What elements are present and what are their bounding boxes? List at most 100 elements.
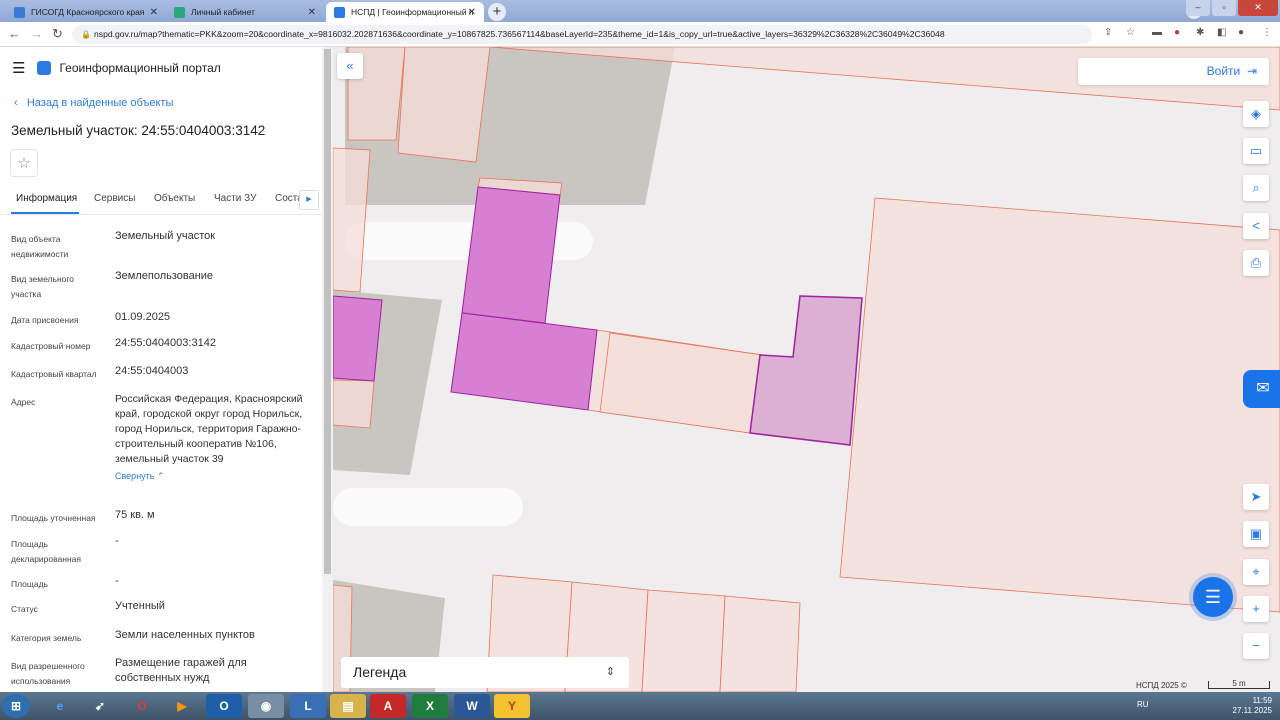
collapse-panel-button[interactable]: « xyxy=(337,53,363,79)
back-link-label: Назад в найденные объекты xyxy=(26,97,174,109)
my-location-button[interactable]: ➤ xyxy=(1243,484,1269,510)
yandex-taskbar-icon[interactable]: Y xyxy=(494,694,530,718)
area-search-icon: ⌕ xyxy=(1252,180,1260,195)
tab-personal-cabinet[interactable]: Личный кабинет ✕ xyxy=(166,2,324,22)
start-button[interactable]: ⊞ xyxy=(2,694,30,718)
tab-parts[interactable]: Части ЗУ xyxy=(214,193,256,204)
clock-date: 27.11.2025 xyxy=(1232,706,1272,715)
minimize-button[interactable]: – xyxy=(1186,0,1210,16)
parcel xyxy=(397,47,491,163)
url-input[interactable]: 🔒 nspd.gov.ru/map?thematic=PKK&zoom=20&co… xyxy=(72,25,1092,44)
share-button[interactable]: < xyxy=(1243,213,1269,239)
side-panel-icon[interactable]: ◧ xyxy=(1217,27,1226,38)
scrollbar-thumb[interactable] xyxy=(324,49,331,574)
acrobat-taskbar-icon[interactable]: A xyxy=(370,694,406,718)
print-icon: ⎙ xyxy=(1250,255,1262,270)
property-value-text: Земельный участок xyxy=(115,230,216,242)
ruler-icon: ▭ xyxy=(1249,143,1263,158)
maximize-button[interactable]: ▫ xyxy=(1212,0,1236,16)
extensions-puzzle-icon[interactable]: ✱ xyxy=(1196,27,1204,38)
chat-button[interactable]: ☰ xyxy=(1193,577,1233,617)
word-taskbar-icon[interactable]: W xyxy=(454,694,490,718)
minimap-button[interactable]: ▣ xyxy=(1243,521,1269,547)
opera-taskbar-icon[interactable]: O xyxy=(124,694,160,718)
login-button[interactable]: Войти ⇥ xyxy=(1078,58,1269,85)
extension-icon[interactable]: ▬ xyxy=(1152,27,1162,38)
parcel xyxy=(719,595,801,692)
windows-taskbar: ⊞ e ➹ O ▶ O ◉ L ▤ A X W Y RU 11:59 27.11.… xyxy=(0,692,1280,720)
property-value-text: 24:55:0404003:3142 xyxy=(115,337,216,349)
share-icon[interactable]: ⇪ xyxy=(1104,27,1112,38)
language-indicator[interactable]: RU xyxy=(1137,700,1149,709)
clock-time: 11:59 xyxy=(1252,696,1272,705)
lock-icon: 🔒 xyxy=(81,30,91,39)
close-window-button[interactable]: ✕ xyxy=(1238,0,1278,16)
feedback-tab-button[interactable]: ✉ xyxy=(1243,370,1280,408)
tab-objects[interactable]: Объекты xyxy=(154,193,195,204)
menu-icon[interactable]: ⋮ xyxy=(1262,27,1272,38)
extension-icon[interactable]: ● xyxy=(1174,27,1180,38)
property-label: Статус xyxy=(11,604,38,614)
close-tab-icon[interactable]: ✕ xyxy=(468,7,476,18)
property-value-text: Размещение гаражей для собственных нужд xyxy=(115,657,247,684)
collapse-address-link[interactable]: Свернуть ⌃ xyxy=(115,469,315,484)
selected-parcel-target xyxy=(749,295,863,446)
parcel xyxy=(641,589,726,692)
chevron-up-icon: ⌃ xyxy=(157,471,165,481)
page-title: Земельный участок: 24:55:0404003:3142 xyxy=(11,123,266,138)
panel-scrollbar[interactable] xyxy=(322,47,333,692)
ie-taskbar-icon[interactable]: e xyxy=(42,694,78,718)
property-value: Учтенный xyxy=(115,599,315,614)
back-to-results-link[interactable]: ‹ Назад в найденные объекты xyxy=(14,97,173,109)
area-search-button[interactable]: ⌕ xyxy=(1243,175,1269,201)
tab-nspd[interactable]: НСПД | Геоинформационный п ✕ xyxy=(326,2,484,22)
new-tab-button[interactable]: + xyxy=(488,3,506,21)
property-value-text: 24:55:0404003 xyxy=(115,365,189,377)
bookmark-star-icon[interactable]: ☆ xyxy=(1126,27,1135,38)
active-tab-indicator xyxy=(11,212,79,214)
map-canvas[interactable] xyxy=(333,47,1280,692)
property-value-text: - xyxy=(115,535,119,547)
navigation-arrow-icon: ➤ xyxy=(1250,489,1262,504)
legend-dropdown[interactable]: Легенда ⇕ xyxy=(341,657,629,688)
outlook-taskbar-icon[interactable]: O xyxy=(206,694,242,718)
forward-icon[interactable]: → xyxy=(30,26,43,41)
tab-gisogd[interactable]: ГИСОГД Красноярского края ✕ xyxy=(6,2,166,22)
map-view[interactable]: « Войти ⇥ ◈ ▭ ⌕ < ⎙ ✉ ➤ ▣ ⌖ + − ☰ Легенд… xyxy=(333,47,1280,692)
favorite-star-button[interactable]: ☆ xyxy=(10,149,38,177)
reload-icon[interactable]: ↻ xyxy=(52,26,63,42)
parcel xyxy=(333,379,375,429)
clock[interactable]: 11:59 27.11.2025 xyxy=(1233,696,1272,716)
zoom-out-button[interactable]: − xyxy=(1243,633,1269,659)
legend-label: Легенда xyxy=(353,664,407,680)
zoom-in-button[interactable]: + xyxy=(1243,596,1269,622)
print-button[interactable]: ⎙ xyxy=(1243,250,1269,276)
measure-button[interactable]: ▭ xyxy=(1243,138,1269,164)
hamburger-menu-icon[interactable]: ☰ xyxy=(12,59,25,77)
excel-taskbar-icon[interactable]: X xyxy=(412,694,448,718)
property-value: 75 кв. м xyxy=(115,508,315,523)
share-icon: < xyxy=(1252,218,1260,233)
geolocation-button[interactable]: ⌖ xyxy=(1243,559,1269,585)
close-tab-icon[interactable]: ✕ xyxy=(308,7,316,18)
tab-label: ГИСОГД Красноярского края xyxy=(31,7,145,17)
parcel xyxy=(599,332,763,434)
app-taskbar-icon[interactable]: ➹ xyxy=(82,694,118,718)
layers-icon: ◈ xyxy=(1251,106,1261,121)
close-tab-icon[interactable]: ✕ xyxy=(150,7,158,18)
lync-taskbar-icon[interactable]: L xyxy=(290,694,326,718)
layers-button[interactable]: ◈ xyxy=(1243,101,1269,127)
property-value-text: Учтенный xyxy=(115,600,165,612)
back-icon[interactable]: ← xyxy=(8,26,21,41)
parcel xyxy=(839,197,1280,613)
property-value-text: - xyxy=(115,575,119,587)
property-value: 01.09.2025 xyxy=(115,310,315,325)
media-player-taskbar-icon[interactable]: ▶ xyxy=(164,694,200,718)
scale-label: 5 m xyxy=(1232,679,1246,688)
profile-icon[interactable]: ● xyxy=(1238,27,1244,38)
tab-information[interactable]: Информация xyxy=(16,193,77,204)
tabs-scroll-right-button[interactable]: ▶ xyxy=(299,190,319,210)
chrome-taskbar-icon[interactable]: ◉ xyxy=(248,694,284,718)
explorer-taskbar-icon[interactable]: ▤ xyxy=(330,694,366,718)
tab-services[interactable]: Сервисы xyxy=(94,193,135,204)
